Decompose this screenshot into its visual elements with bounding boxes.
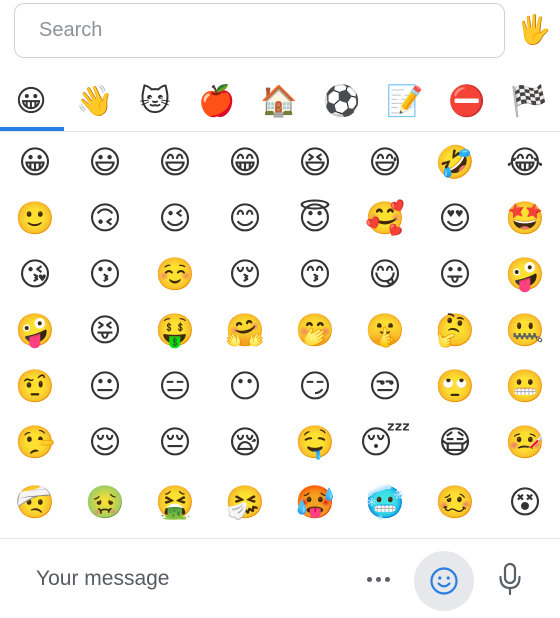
search-input[interactable]: [39, 4, 504, 57]
emoji-picker-button[interactable]: [414, 551, 474, 611]
skin-tone-button[interactable]: 🖐: [514, 10, 554, 50]
emoji-cell[interactable]: 😘: [7, 246, 63, 302]
emoji-cell[interactable]: 😊: [217, 190, 273, 246]
emoji-cell[interactable]: 🤭: [287, 302, 343, 358]
emoji-cell[interactable]: 😏: [287, 358, 343, 414]
emoji-cell[interactable]: 🙂: [7, 190, 63, 246]
emoji-cell[interactable]: 😌: [77, 414, 133, 470]
emoji-cell[interactable]: 😝: [77, 302, 133, 358]
emoji-cell[interactable]: 😬: [497, 358, 553, 414]
emoji-cell[interactable]: 🤪: [497, 246, 553, 302]
smiley-icon: [430, 567, 458, 595]
emoji-cell[interactable]: 🙃: [77, 190, 133, 246]
emoji-cell[interactable]: 🤪: [7, 302, 63, 358]
emoji-cell[interactable]: 😒: [357, 358, 413, 414]
emoji-cell[interactable]: 🥰: [357, 190, 413, 246]
emoji-cell[interactable]: 🤐: [497, 302, 553, 358]
emoji-cell[interactable]: 🤕: [7, 474, 63, 530]
emoji-cell[interactable]: 🥶: [357, 474, 413, 530]
microphone-icon: [499, 562, 521, 596]
emoji-cell[interactable]: 😛: [427, 246, 483, 302]
tab-animals[interactable]: 🐱: [124, 72, 186, 130]
tab-smileys[interactable]: 😀: [0, 72, 62, 130]
emoji-cell[interactable]: 🙄: [427, 358, 483, 414]
tab-symbols[interactable]: ⛔: [436, 72, 498, 130]
emoji-cell[interactable]: 🤔: [427, 302, 483, 358]
emoji-cell[interactable]: 🤫: [357, 302, 413, 358]
emoji-cell[interactable]: 🤩: [497, 190, 553, 246]
emoji-cell[interactable]: 😐: [77, 358, 133, 414]
emoji-cell[interactable]: 🤨: [7, 358, 63, 414]
emoji-cell[interactable]: 😆: [287, 134, 343, 190]
emoji-cell[interactable]: 😵: [497, 474, 553, 530]
emoji-cell[interactable]: 🤒: [497, 414, 553, 470]
dot: [384, 576, 390, 582]
tab-activities[interactable]: ⚽: [311, 72, 373, 130]
dot: [375, 576, 381, 582]
emoji-cell[interactable]: 😄: [147, 134, 203, 190]
emoji-cell[interactable]: 😇: [287, 190, 343, 246]
emoji-cell[interactable]: 🤮: [147, 474, 203, 530]
emoji-cell[interactable]: 😚: [217, 246, 273, 302]
emoji-cell[interactable]: 😅: [357, 134, 413, 190]
composer-bar: [0, 538, 560, 618]
tab-flags[interactable]: 🏁: [498, 72, 560, 130]
emoji-cell[interactable]: 😃: [77, 134, 133, 190]
emoji-cell[interactable]: 😑: [147, 358, 203, 414]
message-input[interactable]: [36, 561, 336, 597]
microphone-button[interactable]: [492, 559, 528, 599]
emoji-cell[interactable]: 🥴: [427, 474, 483, 530]
emoji-cell[interactable]: 😙: [287, 246, 343, 302]
emoji-cell[interactable]: 😉: [147, 190, 203, 246]
emoji-cell[interactable]: 😴: [357, 414, 413, 470]
emoji-cell[interactable]: 🤢: [77, 474, 133, 530]
emoji-cell[interactable]: 😔: [147, 414, 203, 470]
search-box[interactable]: [14, 3, 505, 58]
top-bar: 🖐: [0, 0, 560, 70]
tab-food[interactable]: 🍎: [186, 72, 248, 130]
emoji-grid: 😀 😃 😄 😁 😆 😅 🤣 😂 🙂 🙃 😉 😊 😇 🥰 😍 🤩 😘 😗 ☺️ 😚 😙 😋 😛 🤪 🤪 😝 🤑 🤗 🤭 🤫 🤔 🤐 🤨 😐 😑 😶 😏 😒 🙄…: [0, 134, 560, 534]
tab-people[interactable]: 👋: [64, 72, 126, 130]
more-options-button[interactable]: [358, 561, 398, 597]
category-tabs: 😀 👋 🐱 🍎 🏠 ⚽ 📝 ⛔ 🏁: [0, 72, 560, 132]
emoji-cell[interactable]: ☺️: [147, 246, 203, 302]
emoji-cell[interactable]: 😁: [217, 134, 273, 190]
tab-objects[interactable]: 📝: [374, 72, 436, 130]
emoji-cell[interactable]: 😪: [217, 414, 273, 470]
emoji-cell[interactable]: 🤗: [217, 302, 273, 358]
emoji-cell[interactable]: 😀: [7, 134, 63, 190]
emoji-cell[interactable]: 😗: [77, 246, 133, 302]
emoji-cell[interactable]: 🤑: [147, 302, 203, 358]
dot: [366, 576, 372, 582]
emoji-cell[interactable]: 😷: [427, 414, 483, 470]
emoji-cell[interactable]: 😋: [357, 246, 413, 302]
emoji-cell[interactable]: 😶: [217, 358, 273, 414]
emoji-cell[interactable]: 😍: [427, 190, 483, 246]
emoji-cell[interactable]: 🤧: [217, 474, 273, 530]
emoji-cell[interactable]: 🤤: [287, 414, 343, 470]
emoji-cell[interactable]: 🥵: [287, 474, 343, 530]
emoji-cell[interactable]: 🤥: [7, 414, 63, 470]
tab-travel[interactable]: 🏠: [248, 72, 310, 130]
emoji-cell[interactable]: 🤣: [427, 134, 483, 190]
emoji-cell[interactable]: 😂: [497, 134, 553, 190]
